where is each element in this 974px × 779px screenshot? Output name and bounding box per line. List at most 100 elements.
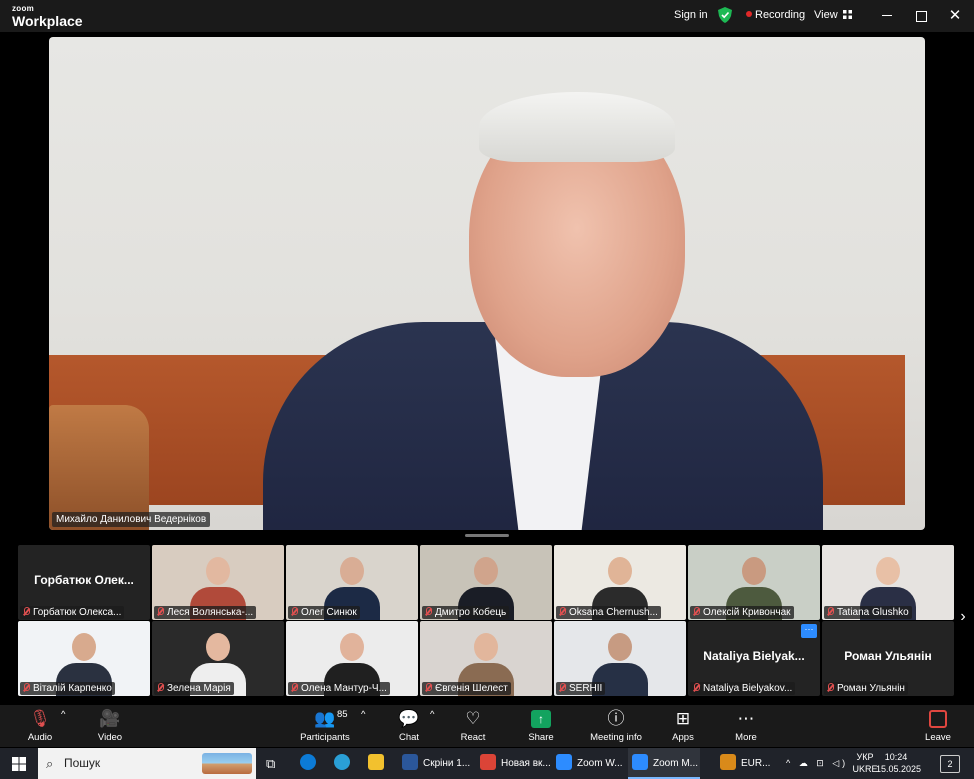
participant-tile[interactable]: Олексій Кривончак — [688, 545, 820, 620]
meeting-info-label: Meeting info — [590, 732, 642, 743]
participant-display-name: Nataliya Bielyak... — [703, 649, 805, 663]
audio-label: Audio — [27, 732, 53, 743]
muted-mic-icon — [156, 683, 164, 692]
participant-tile[interactable]: Роман Ульянін Роман Ульянін — [822, 621, 954, 696]
language-code: УКР — [856, 752, 874, 762]
participant-tile[interactable]: Дмитро Кобець — [420, 545, 552, 620]
share-button[interactable]: ↑ Share — [526, 709, 556, 743]
app-icon — [632, 754, 648, 770]
muted-mic-icon — [22, 683, 30, 692]
video-button[interactable]: 🎥 Video — [94, 709, 126, 743]
participant-name-label: Зелена Марія — [154, 682, 234, 695]
muted-mic-icon — [22, 607, 30, 616]
taskbar-search-box[interactable]: ⌕ Пошук — [38, 748, 256, 779]
participant-name-label: Tatiana Glushko — [824, 606, 912, 619]
audio-options-caret[interactable]: ^ — [61, 709, 65, 720]
apps-button[interactable]: ⊞ Apps — [668, 709, 698, 743]
chat-options-caret[interactable]: ^ — [430, 709, 434, 720]
app-icon — [402, 754, 418, 770]
heart-icon: ♡ — [465, 709, 481, 728]
more-label: More — [735, 732, 757, 743]
taskbar-app-label: Zoom W... — [577, 758, 623, 769]
taskbar-app-button[interactable]: Zoom M... — [628, 748, 700, 779]
windows-start-icon[interactable] — [10, 748, 28, 779]
react-button[interactable]: ♡ React — [458, 709, 488, 743]
participant-name: Леся Волянська-... — [167, 607, 254, 618]
participant-name: Віталій Карпенко — [33, 683, 112, 694]
leave-icon — [929, 710, 947, 728]
video-off-icon: 🎥 — [99, 709, 121, 728]
meeting-toolbar: 🎙 Audio ^ 🎥 Video 👥 Participants 85 ^ 💬 … — [0, 705, 974, 747]
leave-button[interactable]: Leave — [922, 709, 954, 743]
notification-center-icon[interactable]: 2 — [940, 755, 960, 773]
muted-mic-icon — [692, 683, 700, 692]
participant-head — [72, 633, 96, 661]
participant-name: Олег Синюк — [301, 607, 357, 618]
participant-head — [608, 633, 632, 661]
video-label: Video — [97, 732, 123, 743]
taskbar-clock[interactable]: 10:24 15.05.2025 — [876, 751, 922, 775]
close-icon[interactable]: ✕ — [944, 6, 966, 26]
participants-options-caret[interactable]: ^ — [361, 709, 365, 720]
gallery-resize-handle[interactable] — [465, 534, 509, 537]
shield-check-icon[interactable] — [718, 7, 732, 23]
task-view-icon[interactable]: ⧉ — [266, 748, 282, 779]
taskbar-app-button[interactable]: EUR... — [716, 748, 774, 779]
participant-name-label: Дмитро Кобець — [422, 606, 510, 619]
participant-head — [876, 557, 900, 585]
taskbar-app-button[interactable]: Zoom W... — [552, 748, 624, 779]
participant-tile[interactable]: Олена Мантур-Ч... — [286, 621, 418, 696]
participant-name: Oksana Chernush... — [569, 607, 658, 618]
participant-tile[interactable]: Леся Волянська-... — [152, 545, 284, 620]
taskbar-app-button[interactable]: Новая вк... — [476, 748, 551, 779]
input-language[interactable]: УКР UKRE — [852, 751, 878, 775]
sign-in-link[interactable]: Sign in — [674, 9, 708, 21]
more-button[interactable]: ⋯ More — [731, 709, 761, 743]
file-explorer-icon[interactable] — [368, 748, 386, 779]
participant-tile[interactable]: Зелена Марія — [152, 621, 284, 696]
participant-tile[interactable]: SERHII — [554, 621, 686, 696]
participants-label: Participants — [300, 732, 350, 743]
participant-name-label: Oksana Chernush... — [556, 606, 661, 619]
recording-indicator[interactable]: Recording — [746, 9, 805, 21]
internet-explorer-icon[interactable] — [334, 748, 352, 779]
participant-tile[interactable]: Віталій Карпенко — [18, 621, 150, 696]
tile-more-options-icon[interactable]: ··· — [801, 624, 817, 638]
taskbar-app-button[interactable]: Скріни 1... — [398, 748, 470, 779]
participant-display-name: Горбатюк Олек... — [34, 573, 134, 587]
minimize-icon[interactable] — [876, 6, 898, 26]
participant-tile[interactable]: Євгенія Шелест — [420, 621, 552, 696]
clock-date: 15.05.2025 — [876, 764, 922, 774]
chat-button[interactable]: 💬 Chat — [394, 709, 424, 743]
system-tray-icons[interactable]: ^ ☁ ⊡ ◁) — [786, 748, 846, 779]
muted-mic-icon — [424, 683, 432, 692]
view-button[interactable]: View — [814, 9, 852, 21]
participant-tile[interactable]: Nataliya Bielyak... ··· Nataliya Bielyakov… — [688, 621, 820, 696]
edge-browser-icon[interactable] — [300, 748, 318, 779]
zoom-workplace-logo: zoom Workplace — [12, 4, 83, 29]
speaker-hair — [479, 92, 675, 162]
participant-name: SERHII — [569, 683, 603, 694]
participant-tile[interactable]: Oksana Chernush... — [554, 545, 686, 620]
participant-name: Зелена Марія — [167, 683, 231, 694]
participant-tile[interactable]: Олег Синюк — [286, 545, 418, 620]
brand-zoom: zoom — [12, 4, 35, 13]
participant-name: Олена Мантур-Ч... — [301, 683, 387, 694]
microphone-muted-icon: 🎙 — [29, 709, 51, 728]
participant-head — [742, 557, 766, 585]
view-label: View — [814, 9, 838, 21]
restore-icon[interactable] — [910, 6, 932, 26]
muted-mic-icon — [692, 607, 700, 616]
participants-count: 85 — [337, 709, 348, 720]
gallery-next-arrow-icon[interactable]: › — [956, 608, 970, 626]
apps-label: Apps — [672, 732, 694, 743]
audio-button[interactable]: 🎙 Audio — [24, 709, 56, 743]
participant-tile[interactable]: Tatiana Glushko — [822, 545, 954, 620]
participant-head — [206, 557, 230, 585]
meeting-info-button[interactable]: ⓘ Meeting info — [588, 709, 644, 743]
active-speaker-video[interactable]: Михайло Данилович Ведерніков — [49, 37, 925, 530]
participant-name-label: Віталій Карпенко — [20, 682, 115, 695]
participant-tile[interactable]: Горбатюк Олек... Горбатюк Олекса... — [18, 545, 150, 620]
participant-name: Дмитро Кобець — [435, 607, 507, 618]
search-highlight-image — [202, 753, 252, 774]
